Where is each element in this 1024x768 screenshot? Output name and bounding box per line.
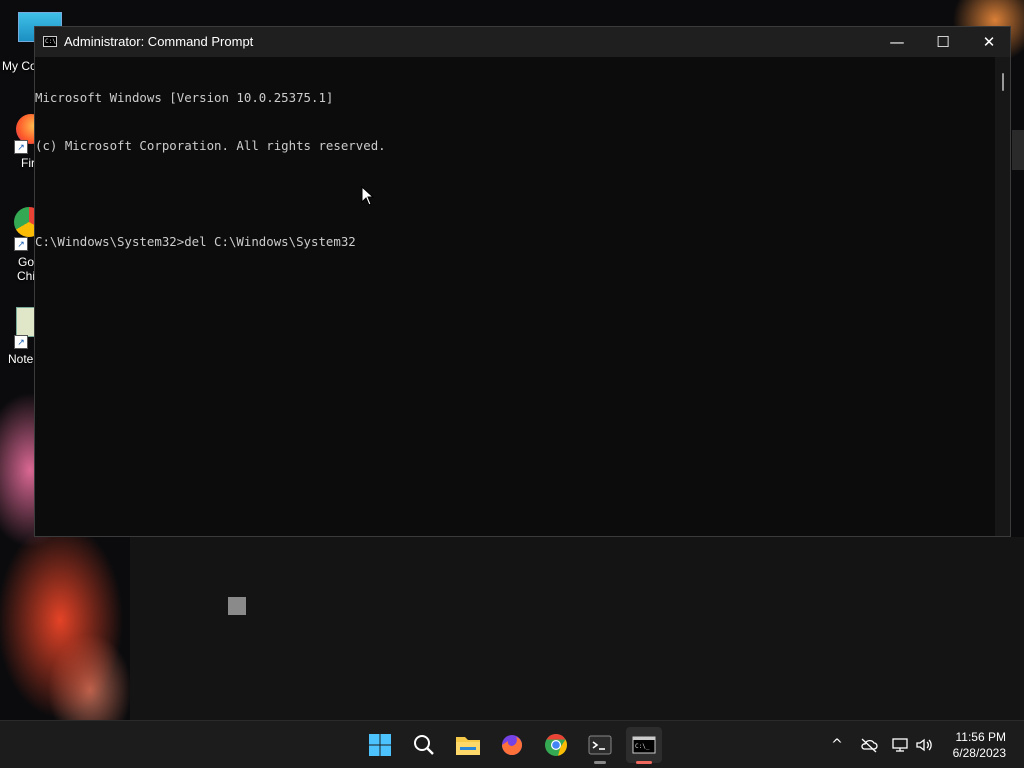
clock-time: 11:56 PM: [955, 730, 1006, 744]
title-bar[interactable]: C:\ Administrator: Command Prompt — ☐ ✕: [35, 27, 1010, 57]
taskbar-command-prompt[interactable]: C:\_: [626, 727, 662, 764]
firefox-icon: [502, 735, 523, 755]
taskbar-terminal[interactable]: [582, 727, 618, 764]
show-hidden-icons-button[interactable]: ^: [827, 735, 847, 755]
close-button[interactable]: ✕: [966, 27, 1012, 57]
close-icon: ✕: [982, 33, 996, 51]
console-output[interactable]: Microsoft Windows [Version 10.0.25375.1]…: [35, 57, 995, 536]
taskbar: C:\_ ^ 11:56 PM 6/28/2023: [0, 720, 1024, 768]
chrome-icon: [545, 734, 567, 756]
clock-date: 6/28/2023: [952, 746, 1006, 760]
console-line: C:\Windows\System32>del C:\Windows\Syste…: [35, 234, 356, 249]
running-indicator: [594, 761, 606, 764]
desktop-icon-label: Fir: [21, 156, 35, 170]
scrollbar-thumb[interactable]: [1002, 73, 1004, 91]
taskbar-file-explorer[interactable]: [450, 727, 486, 763]
cmd-icon: C:\_: [632, 736, 656, 754]
cmd-icon: C:\: [43, 36, 57, 47]
minimize-button[interactable]: —: [874, 27, 920, 57]
background-square: [228, 597, 246, 615]
speaker-icon: [916, 738, 932, 752]
desktop-icon-label: Go: [18, 255, 35, 269]
mouse-pointer-icon: [361, 186, 375, 206]
system-clock[interactable]: 11:56 PM 6/28/2023: [953, 729, 1006, 761]
network-icon[interactable]: [890, 735, 910, 755]
shortcut-arrow-icon: ↗: [14, 140, 28, 154]
window-title: Administrator: Command Prompt: [64, 34, 254, 49]
vertical-scrollbar[interactable]: [995, 57, 1010, 536]
windows-logo-icon: [369, 734, 391, 756]
minimize-icon: —: [889, 33, 905, 51]
console-line: Microsoft Windows [Version 10.0.25375.1]: [35, 90, 334, 105]
onedrive-icon[interactable]: [859, 735, 879, 755]
console-line: (c) Microsoft Corporation. All rights re…: [35, 138, 386, 153]
volume-icon[interactable]: [914, 735, 934, 755]
desktop-icon-label: My Co: [2, 59, 37, 73]
maximize-icon: ☐: [936, 33, 950, 51]
maximize-button[interactable]: ☐: [920, 27, 966, 57]
desktop-icon-label: Chi: [17, 269, 36, 283]
shortcut-arrow-icon: ↗: [14, 237, 28, 251]
search-icon: [414, 735, 434, 755]
search-button[interactable]: [406, 727, 442, 763]
shortcut-arrow-icon: ↗: [14, 335, 28, 349]
terminal-icon: [588, 735, 612, 755]
folder-icon: [456, 737, 480, 755]
cloud-off-icon: [861, 738, 878, 753]
taskbar-firefox[interactable]: [494, 727, 530, 763]
background-window-area: [130, 537, 1024, 720]
ethernet-icon: [892, 738, 908, 752]
background-edge: [1012, 130, 1024, 170]
active-indicator: [636, 761, 652, 764]
svg-text:C:\_: C:\_: [635, 743, 650, 750]
desktop-icon-label: Note: [8, 352, 34, 366]
chevron-up-icon: ^: [831, 737, 843, 753]
start-button[interactable]: [362, 727, 398, 763]
taskbar-chrome[interactable]: [538, 727, 574, 763]
command-prompt-window[interactable]: C:\ Administrator: Command Prompt — ☐ ✕ …: [34, 26, 1011, 537]
